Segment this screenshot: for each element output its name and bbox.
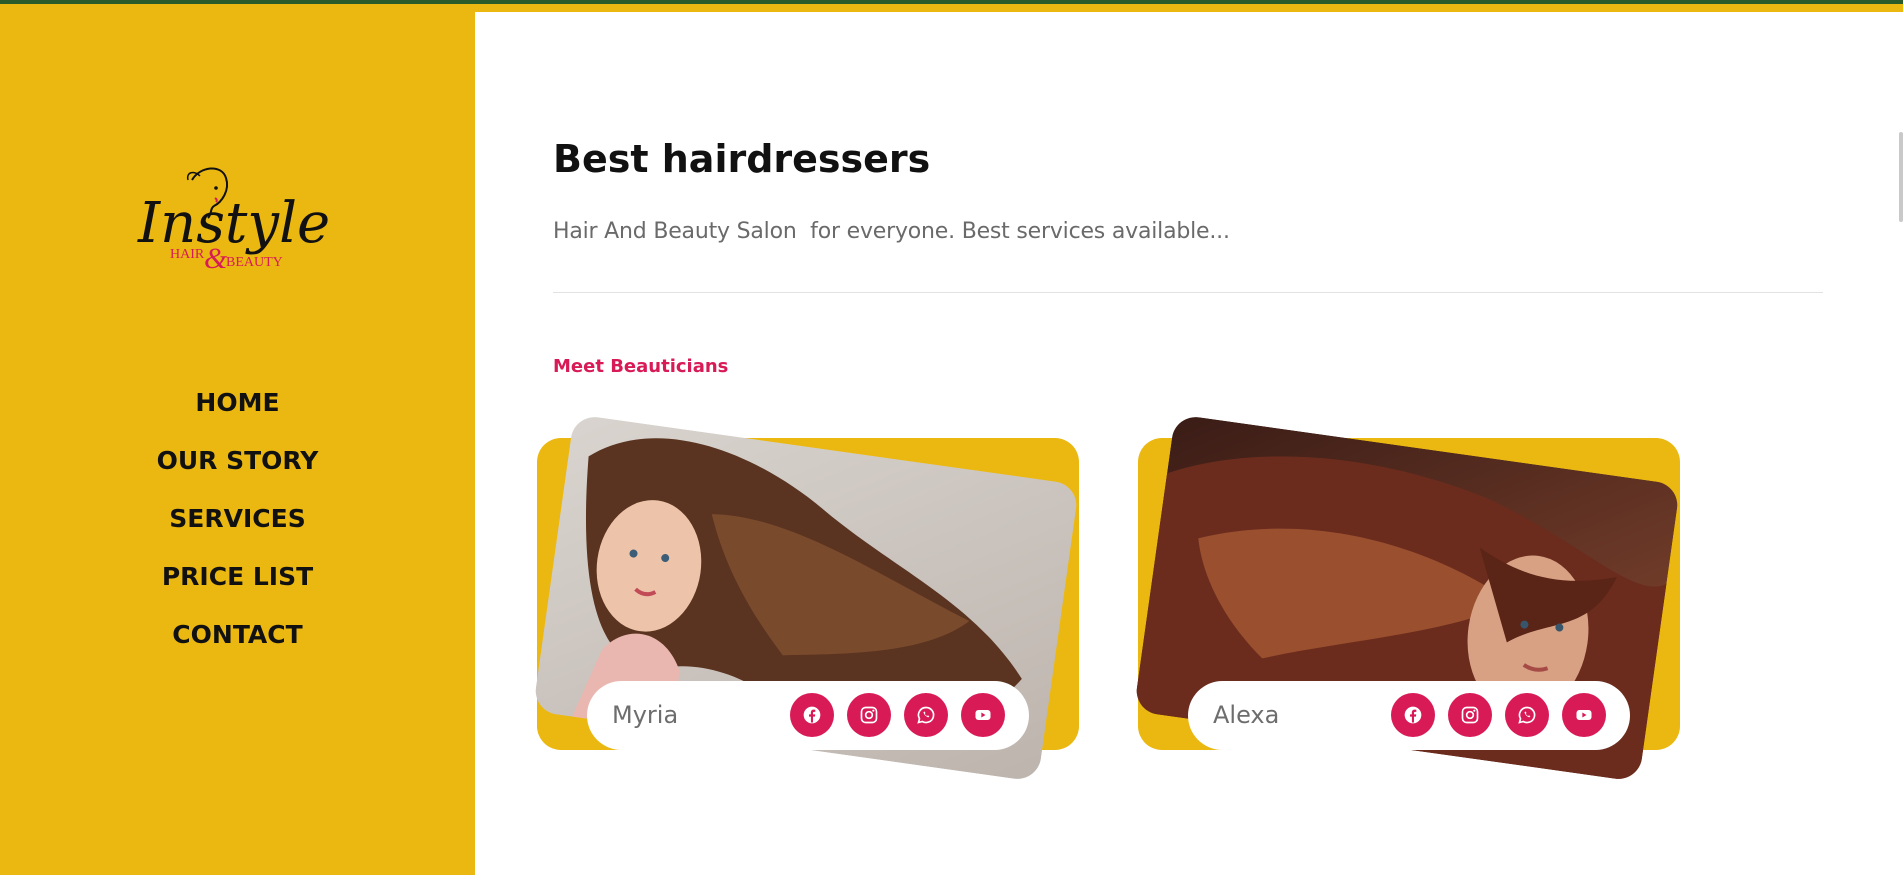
nav-item-contact[interactable]: CONTACT — [0, 612, 475, 670]
main-content: Best hairdressers Hair And Beauty Salon … — [475, 12, 1903, 875]
beautician-name: Alexa — [1213, 701, 1280, 729]
svg-text:Instyle: Instyle — [137, 191, 330, 256]
brand-logo[interactable]: Instyle HAIR & BEAUTY — [130, 162, 345, 292]
nav-item-home[interactable]: HOME — [0, 380, 475, 438]
logo-graphic: Instyle HAIR & BEAUTY — [137, 167, 330, 275]
nav-item-services[interactable]: SERVICES — [0, 496, 475, 554]
svg-text:&: & — [204, 242, 228, 275]
scrollbar-thumb[interactable] — [1899, 132, 1903, 222]
social-links — [790, 693, 1005, 737]
svg-text:HAIR: HAIR — [170, 247, 205, 262]
name-bar: Myria — [587, 681, 1029, 750]
instagram-icon[interactable] — [1448, 693, 1492, 737]
facebook-icon[interactable] — [790, 693, 834, 737]
beautician-card-myria: Myria — [532, 413, 1080, 783]
svg-text:BEAUTY: BEAUTY — [226, 255, 283, 270]
whatsapp-icon[interactable] — [904, 693, 948, 737]
facebook-icon[interactable] — [1391, 693, 1435, 737]
beautician-name: Myria — [612, 701, 679, 729]
top-accent-stripe — [0, 0, 1903, 12]
whatsapp-icon[interactable] — [1505, 693, 1549, 737]
beautician-card-alexa: Alexa — [1133, 413, 1681, 783]
main-nav: HOME OUR STORY SERVICES PRICE LIST CONTA… — [0, 380, 475, 670]
nav-item-our-story[interactable]: OUR STORY — [0, 438, 475, 496]
page-subtitle: Hair And Beauty Salon for everyone. Best… — [553, 219, 1230, 244]
section-label: Meet Beauticians — [553, 356, 729, 377]
section-divider — [553, 292, 1823, 293]
nav-item-price-list[interactable]: PRICE LIST — [0, 554, 475, 612]
social-links — [1391, 693, 1606, 737]
instagram-icon[interactable] — [847, 693, 891, 737]
youtube-icon[interactable] — [961, 693, 1005, 737]
name-bar: Alexa — [1188, 681, 1630, 750]
sidebar: Instyle HAIR & BEAUTY HOME OUR STORY SER… — [0, 12, 475, 875]
page-title: Best hairdressers — [553, 137, 931, 181]
youtube-icon[interactable] — [1562, 693, 1606, 737]
